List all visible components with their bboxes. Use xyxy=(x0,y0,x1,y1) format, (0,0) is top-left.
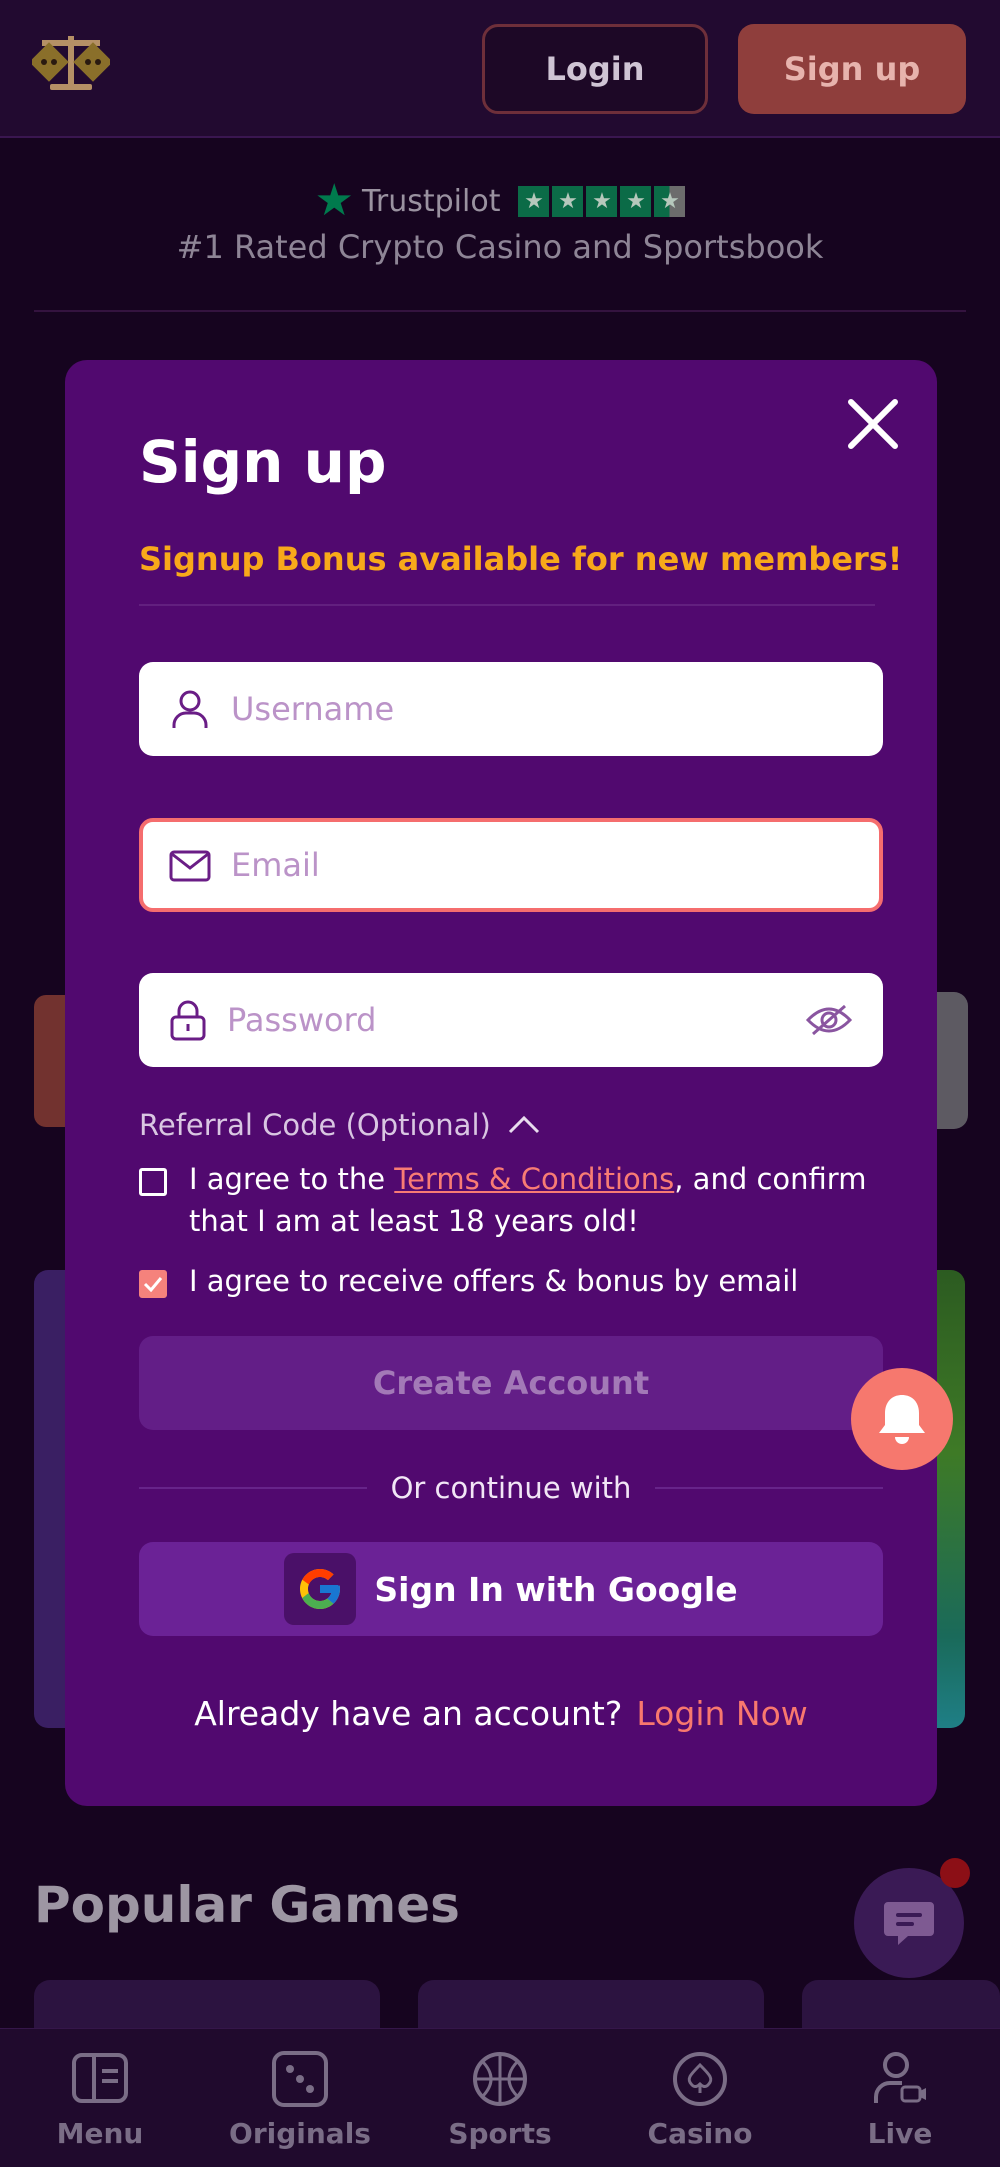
create-account-button[interactable]: Create Account xyxy=(139,1336,883,1430)
referral-label: Referral Code (Optional) xyxy=(139,1108,491,1142)
close-icon[interactable] xyxy=(845,396,901,452)
google-label: Sign In with Google xyxy=(374,1569,738,1609)
modal-title: Sign up xyxy=(139,428,387,496)
offers-row: I agree to receive offers & bonus by ema… xyxy=(139,1260,869,1302)
referral-toggle[interactable]: Referral Code (Optional) xyxy=(139,1108,541,1142)
trustpilot-star-icon: ★ xyxy=(314,175,354,226)
tagline: #1 Rated Crypto Casino and Sportsbook xyxy=(176,228,824,266)
notification-dot xyxy=(940,1858,970,1888)
login-prompt: Already have an account? Login Now xyxy=(65,1694,937,1733)
terms-text: I agree to the Terms & Conditions, and c… xyxy=(189,1158,869,1242)
header-signup-button[interactable]: Sign up xyxy=(738,24,966,114)
nav-label: Live xyxy=(867,2117,933,2150)
chat-icon xyxy=(884,1902,934,1945)
nav-label: Casino xyxy=(647,2117,753,2150)
nav-item-live[interactable]: Live xyxy=(800,2029,1000,2167)
or-divider: Or continue with xyxy=(139,1466,883,1510)
username-input[interactable] xyxy=(231,662,803,756)
eye-off-icon[interactable] xyxy=(805,1000,853,1040)
rating-star-icon: ★ xyxy=(586,185,618,217)
nav-label: Menu xyxy=(56,2117,144,2150)
password-input[interactable] xyxy=(227,973,803,1067)
spade-chip-icon xyxy=(673,2052,727,2106)
header-login-button[interactable]: Login xyxy=(482,24,708,114)
or-text: Or continue with xyxy=(390,1471,632,1505)
login-now-link[interactable]: Login Now xyxy=(636,1694,807,1733)
offers-checkbox[interactable] xyxy=(139,1270,167,1298)
password-field[interactable] xyxy=(139,973,883,1067)
email-field[interactable] xyxy=(139,818,883,912)
user-icon xyxy=(172,690,208,728)
lock-icon xyxy=(170,1000,206,1041)
google-signin-button[interactable]: Sign In with Google xyxy=(139,1542,883,1636)
nav-item-menu[interactable]: Menu xyxy=(0,2029,200,2167)
terms-row: I agree to the Terms & Conditions, and c… xyxy=(139,1158,869,1242)
dice-icon xyxy=(272,2051,328,2107)
terms-link[interactable]: Terms & Conditions xyxy=(394,1162,674,1196)
google-icon xyxy=(284,1553,357,1625)
rating-star-icon: ★ xyxy=(552,185,584,217)
chevron-up-icon xyxy=(508,1115,539,1134)
divider xyxy=(34,310,966,312)
terms-checkbox[interactable] xyxy=(139,1168,167,1196)
notification-button[interactable] xyxy=(851,1368,953,1470)
nav-item-originals[interactable]: Originals xyxy=(200,2029,400,2167)
check-icon xyxy=(143,1277,163,1292)
basketball-icon xyxy=(473,2052,527,2106)
offers-label: I agree to receive offers & bonus by ema… xyxy=(189,1264,799,1298)
menu-icon xyxy=(72,2053,128,2103)
trustpilot-rating: ★ ★ ★ ★ ★ xyxy=(518,185,686,217)
rating-star-icon: ★ xyxy=(620,185,652,217)
nav-item-sports[interactable]: Sports xyxy=(400,2029,600,2167)
signup-modal: Sign up Signup Bonus available for new m… xyxy=(65,360,937,1806)
bottom-nav: Menu Originals Sports Casino Live xyxy=(0,2028,1000,2167)
top-bar: Login Sign up xyxy=(0,0,1000,138)
popular-games-title: Popular Games xyxy=(34,1876,460,1934)
trustpilot-badge: ★ Trustpilot ★ ★ ★ ★ ★ xyxy=(0,176,1000,226)
rating-star-icon: ★ xyxy=(518,185,550,217)
trustpilot-brand: Trustpilot xyxy=(361,183,501,219)
username-field[interactable] xyxy=(139,662,883,756)
nav-item-casino[interactable]: Casino xyxy=(600,2029,800,2167)
divider xyxy=(139,604,875,606)
rating-star-icon: ★ xyxy=(654,185,686,217)
divider-line xyxy=(139,1487,367,1489)
mail-icon xyxy=(169,850,211,882)
email-input[interactable] xyxy=(231,822,799,908)
nav-label: Originals xyxy=(229,2117,371,2150)
divider-line xyxy=(655,1487,883,1489)
logo-icon[interactable] xyxy=(32,28,110,94)
live-user-icon xyxy=(874,2052,926,2103)
bell-icon xyxy=(879,1395,925,1444)
nav-label: Sports xyxy=(448,2117,552,2150)
bonus-text: Signup Bonus available for new members! xyxy=(139,540,903,578)
terms-prefix: I agree to the xyxy=(189,1162,395,1196)
already-text: Already have an account? xyxy=(194,1694,623,1733)
